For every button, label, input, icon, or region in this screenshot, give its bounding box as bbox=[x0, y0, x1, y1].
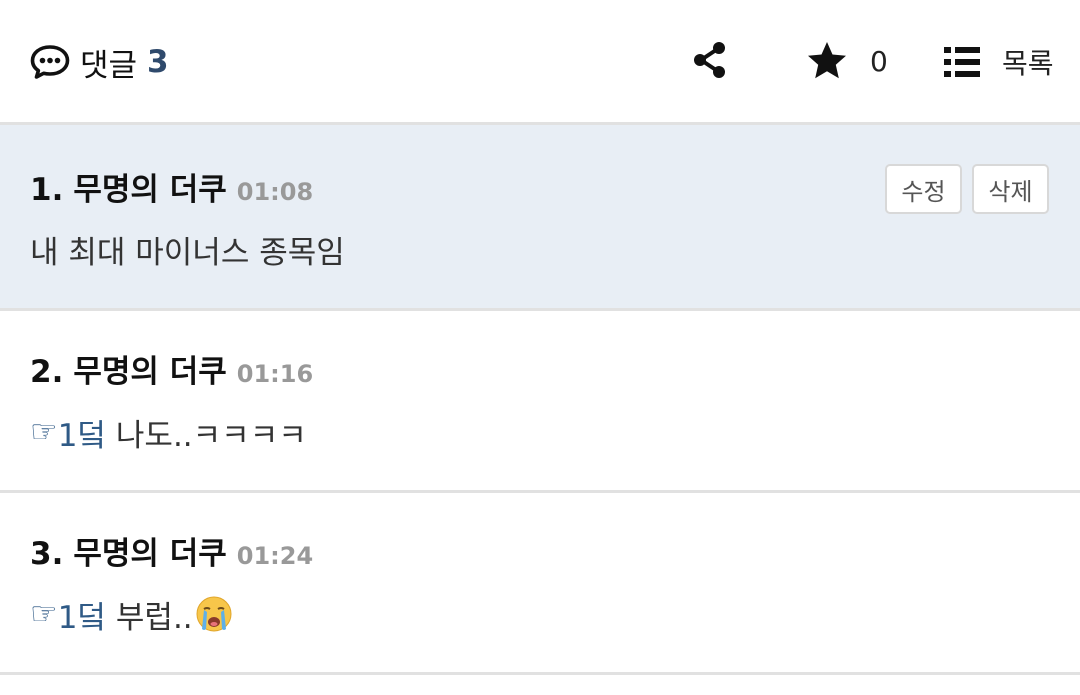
star-count: 0 bbox=[870, 44, 888, 78]
list-icon bbox=[944, 47, 980, 77]
comment-header-2: 2. 무명의 더쿠 01:16 bbox=[30, 346, 313, 390]
comment-number: 2. bbox=[30, 354, 64, 390]
comment-header-1: 1. 무명의 더쿠 01:08 bbox=[30, 164, 313, 208]
comment-divider bbox=[0, 308, 1080, 311]
speech-bubble-icon bbox=[30, 45, 70, 79]
reply-pointer-icon: ☞ bbox=[30, 596, 58, 632]
comment-header-3: 3. 무명의 더쿠 01:24 bbox=[30, 528, 313, 572]
list-label: 목록 bbox=[1002, 47, 1054, 80]
comment-item-1 bbox=[0, 125, 1080, 308]
reply-reference-link[interactable]: 1덬 bbox=[58, 592, 106, 637]
edit-button[interactable]: 수정 bbox=[885, 164, 962, 214]
comments-page: 댓글 3 0 목록 1. 무명의 더쿠 01:08 수정 삭제 내 최대 마이너… bbox=[0, 0, 1080, 695]
reply-reference-link[interactable]: 1덬 bbox=[58, 410, 106, 455]
comment-time: 01:24 bbox=[236, 542, 314, 570]
comment-number: 1. bbox=[30, 172, 64, 208]
list-button[interactable]: 목록 bbox=[942, 40, 1054, 84]
comment-text: 나도..ㅋㅋㅋㅋ bbox=[106, 417, 307, 454]
comment-time: 01:16 bbox=[236, 360, 314, 388]
reply-pointer-icon: ☞ bbox=[30, 414, 58, 450]
share-icon bbox=[694, 42, 725, 78]
comment-number: 3. bbox=[30, 536, 64, 572]
comments-label: 댓글 bbox=[80, 47, 138, 84]
comment-divider bbox=[0, 490, 1080, 493]
comment-author[interactable]: 무명의 더쿠 bbox=[73, 346, 226, 391]
comment-count: 댓글 3 bbox=[30, 40, 169, 84]
comment-body-3: ☞ 1덬 부럽.. bbox=[30, 592, 233, 636]
crying-face-icon bbox=[196, 596, 232, 632]
delete-button[interactable]: 삭제 bbox=[972, 164, 1049, 214]
share-button[interactable] bbox=[690, 40, 730, 80]
comment-divider bbox=[0, 672, 1080, 675]
comment-text: 내 최대 마이너스 종목임 bbox=[30, 234, 345, 271]
comments-count: 3 bbox=[147, 44, 169, 80]
comments-header: 댓글 3 0 목록 bbox=[0, 0, 1080, 122]
comment-body-2: ☞ 1덬 나도..ㅋㅋㅋㅋ bbox=[30, 410, 307, 454]
star-button[interactable]: 0 bbox=[806, 38, 888, 84]
comment-author[interactable]: 무명의 더쿠 bbox=[73, 528, 226, 573]
comment-author[interactable]: 무명의 더쿠 bbox=[73, 164, 226, 209]
star-icon bbox=[808, 42, 846, 79]
comment-text: 부럽.. bbox=[106, 599, 193, 636]
comment-time: 01:08 bbox=[236, 178, 314, 206]
